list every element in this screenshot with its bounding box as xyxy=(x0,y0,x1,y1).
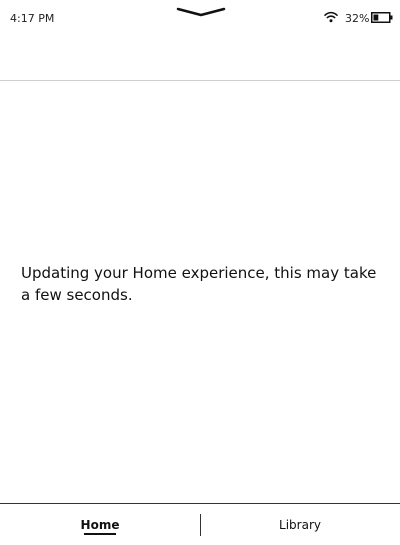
battery-percentage: 32% xyxy=(345,12,370,25)
status-bar: 4:17 PM 32% xyxy=(0,0,400,36)
tab-library-label: Library xyxy=(279,517,321,532)
tab-home-label: Home xyxy=(80,517,120,532)
active-tab-indicator xyxy=(84,533,116,535)
wifi-icon xyxy=(324,11,338,23)
status-time: 4:17 PM xyxy=(10,12,55,25)
header-area xyxy=(0,36,400,81)
battery-icon xyxy=(371,12,393,23)
bottom-navigation: Home Library xyxy=(0,503,400,545)
tab-home[interactable]: Home xyxy=(0,504,200,545)
tab-library[interactable]: Library xyxy=(200,504,400,545)
loading-message: Updating your Home experience, this may … xyxy=(21,264,377,304)
home-content: Updating your Home experience, this may … xyxy=(0,81,400,503)
chevron-down-icon[interactable] xyxy=(176,6,226,18)
